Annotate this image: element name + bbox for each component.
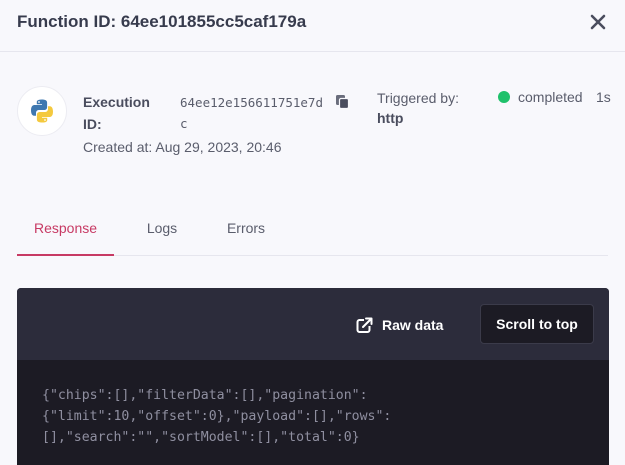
execution-duration: 1s [596, 89, 611, 105]
triggered-by-label: Triggered by: [377, 90, 459, 106]
copy-icon [336, 95, 350, 110]
status-badge: completed [518, 89, 583, 105]
raw-data-label: Raw data [382, 317, 444, 333]
created-at: Created at: Aug 29, 2023, 20:46 [83, 139, 282, 155]
response-panel: Raw data Scroll to top {"chips":[],"filt… [17, 288, 609, 465]
response-code: {"chips":[],"filterData":[],"pagination"… [42, 385, 592, 448]
tab-bar: Response Logs Errors [17, 210, 608, 256]
page-title: Function ID: 64ee101855cc5caf179a [17, 12, 307, 31]
tab-logs[interactable]: Logs [138, 210, 186, 256]
tab-response[interactable]: Response [17, 210, 114, 256]
raw-data-button[interactable]: Raw data [356, 314, 443, 336]
copy-button[interactable] [333, 92, 353, 112]
code-line: {"chips":[],"filterData":[],"pagination"… [42, 388, 368, 403]
status-dot-icon [498, 91, 510, 103]
external-link-icon [356, 317, 373, 333]
code-line: [],"search":"","sortModel":[],"total":0} [42, 430, 360, 445]
response-toolbar: Raw data Scroll to top [17, 288, 609, 360]
avatar [17, 86, 67, 136]
execution-id-value: 64ee12e156611751e7dc [180, 95, 323, 131]
execution-id-label: Execution ID: [83, 94, 150, 132]
scroll-to-top-button[interactable]: Scroll to top [480, 304, 594, 344]
python-logo-icon [31, 99, 53, 123]
tab-errors[interactable]: Errors [220, 210, 272, 256]
code-line: {"limit":10,"offset":0},"payload":[],"ro… [42, 409, 392, 424]
close-button[interactable] [586, 10, 610, 34]
modal-header: Function ID: 64ee101855cc5caf179a [0, 0, 625, 52]
triggered-by-value: http [377, 110, 404, 126]
close-icon [590, 14, 606, 30]
